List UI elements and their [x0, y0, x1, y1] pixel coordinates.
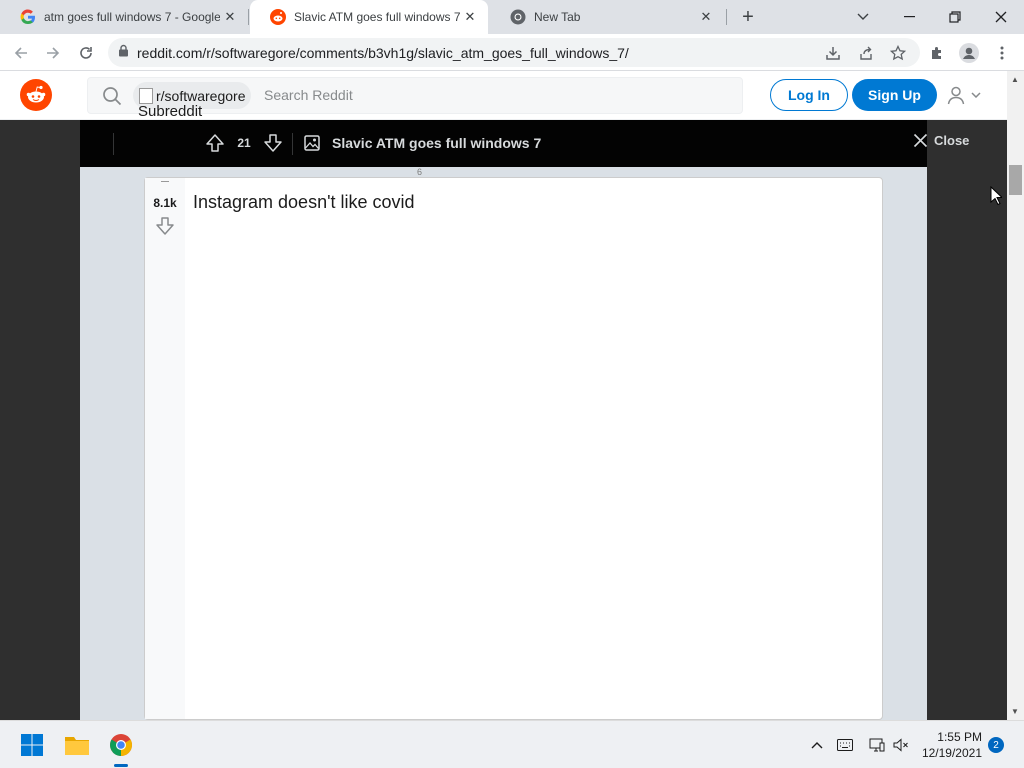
tab-search-icon[interactable] — [840, 0, 886, 34]
keyboard-icon[interactable] — [834, 734, 856, 756]
search-placeholder: Search Reddit — [264, 87, 353, 103]
downvote-icon[interactable] — [155, 216, 175, 241]
close-window-button[interactable] — [978, 0, 1024, 34]
browser-toolbar: reddit.com/r/softwaregore/comments/b3vh1… — [0, 34, 1024, 71]
vote-count: 21 — [237, 136, 251, 150]
profile-icon[interactable] — [958, 42, 980, 64]
tab-divider — [726, 9, 727, 25]
truncated-marker: 6 — [417, 167, 423, 177]
back-button[interactable] — [8, 40, 34, 66]
notification-badge[interactable]: 2 — [988, 737, 1004, 753]
clock-date: 12/19/2021 — [921, 746, 982, 760]
reload-button[interactable] — [73, 40, 99, 66]
tab-divider — [248, 9, 249, 25]
post-card-title[interactable]: Instagram doesn't like covid — [193, 192, 415, 213]
tab-title: atm goes full windows 7 - Google Search — [44, 10, 220, 24]
chrome-taskbar-icon[interactable] — [105, 729, 137, 761]
log-in-button[interactable]: Log In — [770, 79, 848, 111]
image-post-icon — [304, 135, 320, 156]
search-icon — [102, 86, 122, 111]
post-top-bar: 21 Slavic ATM goes full windows 7 Close — [80, 120, 969, 167]
start-menu-icon[interactable] — [16, 729, 48, 761]
install-icon[interactable] — [822, 42, 844, 64]
show-hidden-icons[interactable] — [806, 734, 828, 756]
reddit-logo-icon[interactable] — [20, 79, 52, 111]
share-icon[interactable] — [855, 42, 877, 64]
sign-up-button[interactable]: Sign Up — [852, 79, 937, 111]
close-tab-icon[interactable]: ✕ — [220, 7, 240, 27]
lock-icon[interactable] — [118, 44, 129, 62]
tab-new-tab[interactable]: New Tab ✕ — [490, 0, 724, 34]
user-dropdown[interactable] — [946, 83, 990, 107]
scroll-up-icon[interactable]: ▲ — [1011, 75, 1019, 84]
divider — [292, 133, 293, 155]
upvote-icon[interactable] — [205, 133, 225, 158]
close-tab-icon[interactable]: ✕ — [696, 7, 716, 27]
chrome-menu-icon[interactable] — [991, 42, 1013, 64]
subreddit-avatar-icon — [139, 87, 153, 104]
user-icon — [947, 86, 965, 105]
tab-strip: atm goes full windows 7 - Google Search … — [0, 0, 1024, 34]
mouse-cursor-icon — [990, 185, 1004, 211]
tab-reddit-post[interactable]: Slavic ATM goes full windows 7 : softwar… — [250, 0, 488, 34]
restore-button[interactable] — [932, 0, 978, 34]
close-icon — [913, 133, 928, 148]
vote-column: 8.1k — [145, 178, 185, 719]
minimize-button[interactable] — [886, 0, 932, 34]
bookmark-star-icon[interactable] — [887, 42, 909, 64]
divider — [113, 133, 114, 155]
close-tab-icon[interactable]: ✕ — [460, 7, 480, 27]
extensions-icon[interactable] — [926, 42, 948, 64]
downvote-icon[interactable] — [263, 133, 283, 158]
post-score: 8.1k — [153, 196, 177, 210]
tab-google-search[interactable]: atm goes full windows 7 - Google Search … — [0, 0, 248, 34]
post-card[interactable]: 8.1k 6 Instagram doesn't like covid — [144, 167, 883, 720]
volume-muted-icon[interactable] — [890, 734, 912, 756]
tab-title: Slavic ATM goes full windows 7 : softwar… — [294, 10, 460, 24]
windows-taskbar: 1:55 PM 12/19/2021 2 — [0, 720, 1024, 768]
clock-time: 1:55 PM — [937, 730, 982, 744]
tab-title: New Tab — [534, 10, 581, 24]
active-app-indicator — [114, 764, 128, 767]
scroll-down-icon[interactable]: ▼ — [1011, 707, 1019, 716]
chrome-icon — [510, 9, 526, 25]
google-icon — [20, 9, 36, 25]
network-icon[interactable] — [866, 734, 888, 756]
file-explorer-icon[interactable] — [61, 729, 93, 761]
forward-button[interactable] — [40, 40, 66, 66]
reddit-icon — [270, 9, 286, 25]
chevron-down-icon — [971, 92, 981, 98]
scrollbar-thumb[interactable] — [1009, 165, 1022, 195]
close-label: Close — [934, 133, 970, 148]
post-title: Slavic ATM goes full windows 7 — [332, 135, 542, 151]
upvote-icon[interactable] — [161, 178, 169, 182]
close-post-button[interactable]: Close — [913, 133, 969, 148]
subreddit-chip-overflow: Subreddit — [138, 103, 203, 120]
address-bar[interactable]: reddit.com/r/softwaregore/comments/b3vh1… — [108, 38, 920, 67]
system-clock[interactable]: 1:55 PM 12/19/2021 — [920, 729, 982, 761]
url-text: reddit.com/r/softwaregore/comments/b3vh1… — [137, 44, 629, 61]
new-tab-button[interactable]: + — [735, 5, 761, 29]
page-scrollbar[interactable]: ▲ ▼ — [1007, 71, 1024, 720]
subreddit-chip-label: r/softwaregore — [156, 87, 246, 104]
